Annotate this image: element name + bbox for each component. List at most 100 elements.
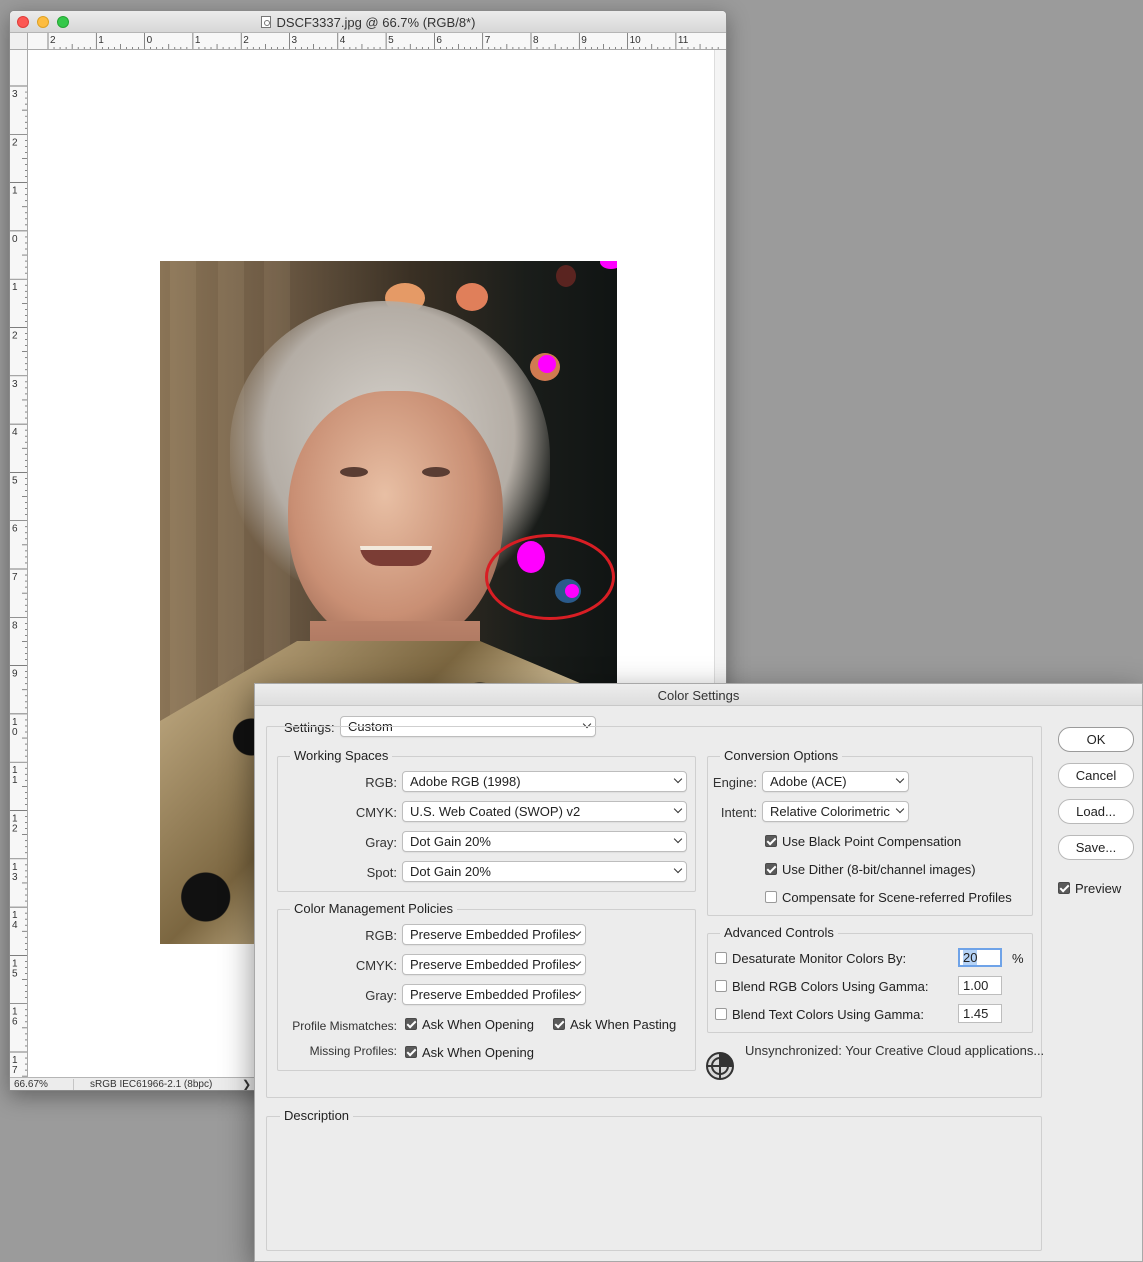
policy-rgb-label: RGB: [365, 928, 397, 943]
chevron-down-icon [895, 804, 905, 814]
working-rgb-select[interactable]: Adobe RGB (1998) [402, 771, 687, 792]
ruler-origin[interactable] [10, 33, 28, 50]
working-rgb-label: RGB: [365, 775, 397, 790]
blend-rgb-checkbox[interactable] [715, 980, 727, 992]
vertical-ruler[interactable]: 32101234567891011121314151617 [10, 50, 28, 1077]
ruler-label: 0 [12, 727, 18, 738]
mismatch-ask-opening-checkbox[interactable] [405, 1018, 417, 1030]
policy-rgb-value: Preserve Embedded Profiles [410, 927, 576, 942]
preview-checkbox[interactable] [1058, 882, 1070, 894]
document-profile-info[interactable]: sRGB IEC61966-2.1 (8bpc) [90, 1079, 212, 1090]
ruler-label: 6 [12, 524, 18, 535]
desaturate-value: 20 [963, 950, 978, 965]
missing-ask-opening-checkbox[interactable] [405, 1046, 417, 1058]
working-spot-select[interactable]: Dot Gain 20% [402, 861, 687, 882]
bokeh-light [556, 265, 576, 287]
conversion-options-title: Conversion Options [720, 748, 843, 763]
ruler-label: 3 [12, 379, 18, 390]
working-gray-select[interactable]: Dot Gain 20% [402, 831, 687, 852]
blend-text-label[interactable]: Blend Text Colors Using Gamma: [732, 1007, 924, 1022]
dither-label[interactable]: Use Dither (8-bit/channel images) [782, 862, 976, 877]
ruler-label: 3 [12, 89, 18, 100]
left-eye [340, 467, 368, 477]
black-point-label[interactable]: Use Black Point Compensation [782, 834, 961, 849]
missing-ask-opening-label[interactable]: Ask When Opening [422, 1045, 534, 1060]
policy-gray-label: Gray: [365, 988, 397, 1003]
zoom-level-field[interactable]: 66.67% [14, 1079, 74, 1090]
ruler-label: 6 [12, 1017, 18, 1028]
ruler-label: 1 [12, 282, 18, 293]
right-eye [422, 467, 450, 477]
scene-referred-checkbox[interactable] [765, 891, 777, 903]
save-button[interactable]: Save... [1058, 835, 1134, 860]
working-gray-value: Dot Gain 20% [410, 834, 491, 849]
blend-rgb-label[interactable]: Blend RGB Colors Using Gamma: [732, 979, 929, 994]
working-cmyk-value: U.S. Web Coated (SWOP) v2 [410, 804, 581, 819]
policy-cmyk-label: CMYK: [355, 958, 397, 973]
color-settings-dialog: Color Settings Settings: Custom Working … [254, 683, 1143, 1262]
ruler-label: 3 [292, 35, 298, 46]
bokeh-magenta [600, 261, 617, 269]
ruler-label: 0 [147, 35, 153, 46]
black-point-checkbox[interactable] [765, 835, 777, 847]
cancel-button[interactable]: Cancel [1058, 763, 1134, 788]
ok-button[interactable]: OK [1058, 727, 1134, 752]
ruler-label: 4 [340, 35, 346, 46]
ruler-label: 10 [630, 35, 642, 46]
mismatch-ask-pasting-label[interactable]: Ask When Pasting [570, 1017, 676, 1032]
dither-checkbox[interactable] [765, 863, 777, 875]
working-gray-label: Gray: [365, 835, 397, 850]
intent-select[interactable]: Relative Colorimetric [762, 801, 909, 822]
mismatch-ask-pasting-checkbox[interactable] [553, 1018, 565, 1030]
document-title-text: DSCF3337.jpg @ 66.7% (RGB/8*) [276, 15, 476, 30]
desaturate-checkbox[interactable] [715, 952, 727, 964]
policy-cmyk-value: Preserve Embedded Profiles [410, 957, 576, 972]
ruler-label: 2 [12, 137, 18, 148]
ruler-label: 5 [388, 35, 394, 46]
desaturate-input[interactable]: 20 [958, 948, 1002, 967]
annotation-circle [485, 534, 615, 620]
blend-text-checkbox[interactable] [715, 1008, 727, 1020]
ruler-label: 1 [195, 35, 201, 46]
ruler-label: 4 [12, 920, 18, 931]
engine-value: Adobe (ACE) [770, 774, 847, 789]
percent-label: % [1012, 951, 1024, 966]
chevron-down-icon [673, 774, 683, 784]
missing-profiles-label: Missing Profiles: [309, 1044, 397, 1058]
document-title-bar[interactable]: DSCF3337.jpg @ 66.7% (RGB/8*) [10, 11, 726, 33]
working-cmyk-label: CMYK: [355, 805, 397, 820]
load-button[interactable]: Load... [1058, 799, 1134, 824]
intent-label: Intent: [720, 805, 757, 820]
file-icon [260, 16, 271, 28]
advanced-controls-title: Advanced Controls [720, 925, 838, 940]
blend-rgb-input[interactable]: 1.00 [958, 976, 1002, 995]
ruler-label: 2 [50, 35, 56, 46]
preview-label[interactable]: Preview [1075, 881, 1121, 896]
mismatch-ask-opening-label[interactable]: Ask When Opening [422, 1017, 534, 1032]
blend-text-input[interactable]: 1.45 [958, 1004, 1002, 1023]
policy-rgb-select[interactable]: Preserve Embedded Profiles [402, 924, 586, 945]
chevron-down-icon [895, 774, 905, 784]
bokeh-magenta [538, 355, 556, 373]
ruler-label: 9 [581, 35, 587, 46]
face [288, 391, 503, 651]
scene-referred-label[interactable]: Compensate for Scene-referred Profiles [782, 890, 1012, 905]
ruler-label: 5 [12, 475, 18, 486]
desaturate-label[interactable]: Desaturate Monitor Colors By: [732, 951, 906, 966]
engine-select[interactable]: Adobe (ACE) [762, 771, 909, 792]
policy-gray-select[interactable]: Preserve Embedded Profiles [402, 984, 586, 1005]
horizontal-ruler-ticks: 2 1 0 1 2 3 4 5 6 7 8 9 10 11 [47, 33, 719, 49]
profile-mismatches-label: Profile Mismatches: [292, 1019, 397, 1033]
working-cmyk-select[interactable]: U.S. Web Coated (SWOP) v2 [402, 801, 687, 822]
sync-message: Unsynchronized: Your Creative Cloud appl… [745, 1043, 1045, 1058]
engine-label: Engine: [712, 775, 757, 790]
horizontal-ruler[interactable]: 2 1 0 1 2 3 4 5 6 7 8 9 10 11 [28, 33, 726, 50]
document-title: DSCF3337.jpg @ 66.7% (RGB/8*) [10, 15, 726, 30]
chevron-down-icon [673, 804, 683, 814]
working-spot-value: Dot Gain 20% [410, 864, 491, 879]
ruler-label: 11 [678, 35, 689, 46]
ruler-label: 7 [485, 35, 491, 46]
status-menu-arrow-icon[interactable]: ❯ [242, 1078, 251, 1090]
policy-cmyk-select[interactable]: Preserve Embedded Profiles [402, 954, 586, 975]
ruler-label: 1 [98, 35, 104, 46]
